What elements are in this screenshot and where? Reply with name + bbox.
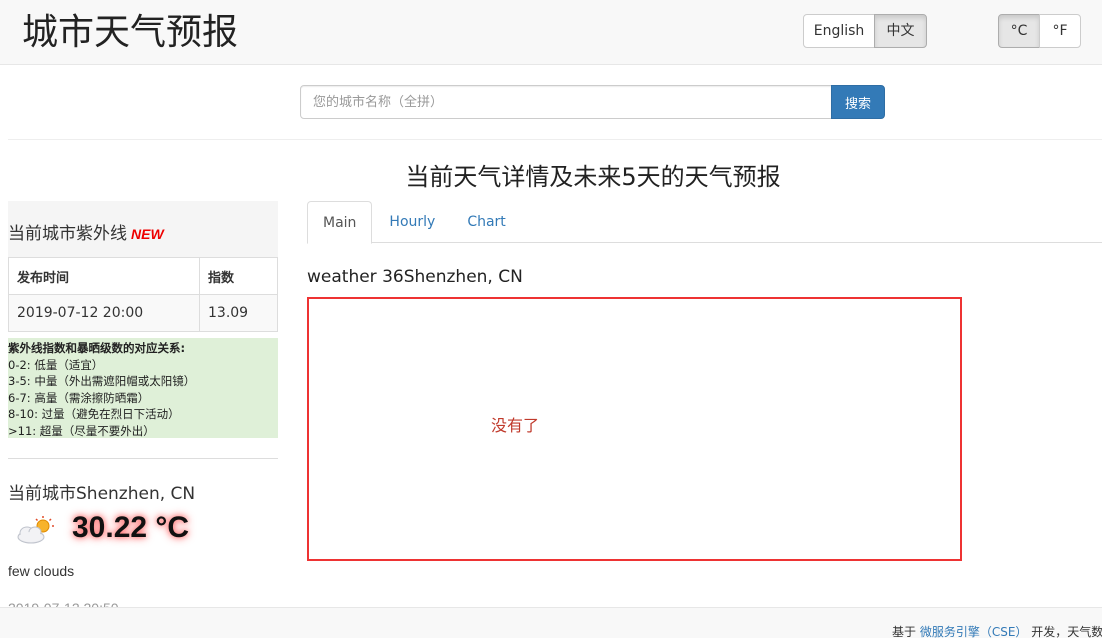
cse-link[interactable]: 微服务引擎（CSE） bbox=[920, 625, 1028, 639]
uv-table: 发布时间 指数 2019-07-12 20:00 13.09 bbox=[8, 257, 278, 332]
uv-col-index: 指数 bbox=[199, 257, 278, 295]
forecast-tabs: Main Hourly Chart bbox=[307, 201, 1102, 244]
uv-table-header: 发布时间 指数 bbox=[8, 257, 278, 295]
search-button[interactable]: 搜索 bbox=[831, 85, 885, 119]
page-title: 当前天气详情及未来5天的天气预报 bbox=[405, 163, 781, 191]
footer-suffix: 开发，天气数据 bbox=[1031, 625, 1102, 639]
weather-heading: weather 36Shenzhen, CN bbox=[307, 267, 523, 287]
current-city-label: 当前城市Shenzhen, CN bbox=[8, 484, 196, 504]
footer-text: 基于 微服务引擎（CSE） 开发，天气数据 bbox=[892, 623, 1102, 640]
footer: 基于 微服务引擎（CSE） 开发，天气数据 bbox=[0, 607, 1102, 640]
list-item: 6-7: 高量（需涂擦防晒霜） bbox=[8, 390, 150, 405]
list-item: 3-5: 中量（外出需遮阳帽或太阳镜） bbox=[8, 374, 196, 388]
uv-legend-title: 紫外线指数和暴晒级数的对应关系: bbox=[8, 341, 186, 355]
tab-hourly[interactable]: Hourly bbox=[374, 201, 450, 243]
city-search-input[interactable] bbox=[300, 85, 832, 119]
uv-title: 当前城市紫外线 NEW bbox=[8, 201, 278, 257]
unit-fahrenheit-button[interactable]: °F bbox=[1039, 14, 1081, 48]
new-badge: NEW bbox=[131, 226, 164, 242]
brand-title[interactable]: 城市天气预报 bbox=[22, 12, 238, 54]
list-item: >11: 超量（尽量不要外出） bbox=[8, 423, 155, 438]
lang-english-button[interactable]: English bbox=[803, 14, 875, 48]
city-search: 搜索 bbox=[300, 85, 885, 119]
unit-switcher: °C °F bbox=[998, 14, 1081, 48]
uv-panel: 当前城市紫外线 NEW 发布时间 指数 2019-07-12 20:00 13.0… bbox=[8, 201, 278, 332]
empty-message: 没有了 bbox=[491, 416, 540, 435]
weather-condition: few clouds bbox=[8, 563, 75, 579]
lang-chinese-button[interactable]: 中文 bbox=[874, 14, 927, 48]
current-temperature: 30.22 °C bbox=[72, 511, 190, 544]
list-item: 0-2: 低量（适宜） bbox=[8, 357, 104, 372]
divider bbox=[8, 458, 278, 459]
uv-legend: 紫外线指数和暴晒级数的对应关系: 0-2: 低量（适宜） 3-5: 中量（外出需… bbox=[8, 338, 278, 438]
language-switcher: English 中文 bbox=[803, 14, 927, 48]
uv-title-text: 当前城市紫外线 bbox=[8, 224, 127, 244]
unit-celsius-button[interactable]: °C bbox=[998, 14, 1040, 48]
uv-time-cell: 2019-07-12 20:00 bbox=[8, 294, 200, 332]
tab-chart[interactable]: Chart bbox=[452, 201, 520, 243]
navbar: 城市天气预报 English 中文 °C °F bbox=[0, 0, 1102, 65]
tab-main[interactable]: Main bbox=[307, 201, 373, 244]
uv-col-time: 发布时间 bbox=[8, 257, 200, 295]
table-row: 2019-07-12 20:00 13.09 bbox=[8, 294, 278, 332]
few-clouds-icon bbox=[17, 516, 54, 544]
main-content-box: 没有了 bbox=[307, 297, 962, 561]
list-item: 8-10: 过量（避免在烈日下活动） bbox=[8, 407, 180, 421]
uv-index-cell: 13.09 bbox=[199, 294, 278, 332]
divider bbox=[8, 139, 1102, 140]
footer-prefix: 基于 bbox=[892, 625, 920, 639]
